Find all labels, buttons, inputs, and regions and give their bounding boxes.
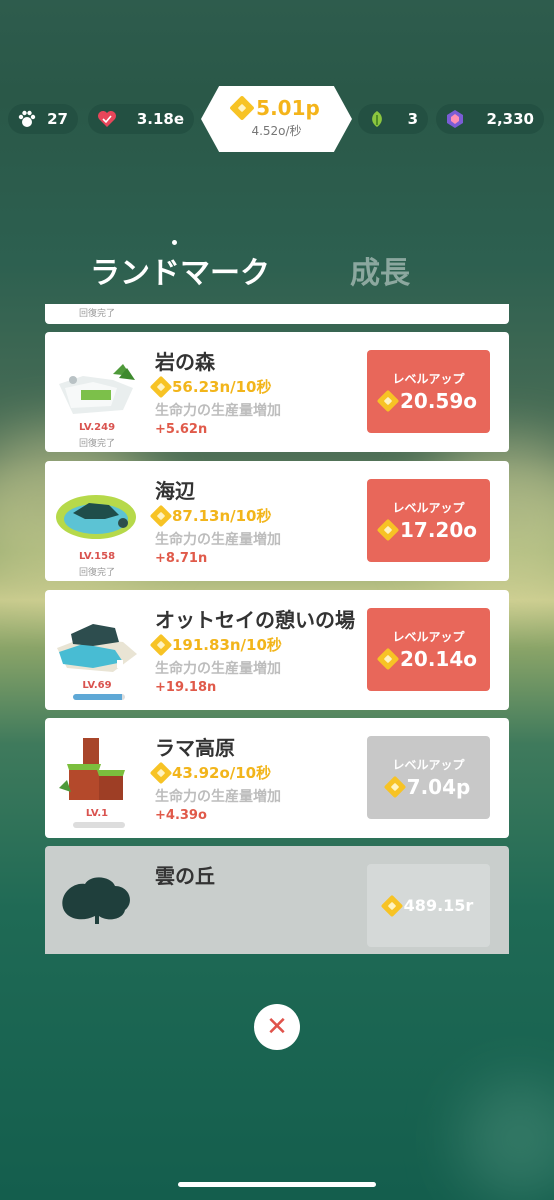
close-button[interactable]: ✕ bbox=[254, 1004, 300, 1050]
landmark-name: 岩の森 bbox=[155, 350, 215, 374]
level-label: LV.69 bbox=[82, 680, 112, 691]
tab-indicator-dot bbox=[172, 240, 177, 245]
levelup-label: レベルアップ bbox=[392, 758, 465, 772]
landmark-card-locked: 雲の丘 489.15r bbox=[45, 846, 509, 954]
increase-value: +8.71n bbox=[155, 551, 208, 566]
increase-value: +19.18n bbox=[155, 680, 217, 695]
seaside-image bbox=[53, 473, 139, 553]
landmark-name: 雲の丘 bbox=[155, 864, 215, 888]
tab-landmark[interactable]: ランドマーク bbox=[90, 248, 270, 292]
coin-icon bbox=[149, 504, 173, 527]
paw-icon bbox=[14, 106, 40, 132]
effect-label: 生命力の生産量増加 bbox=[155, 789, 281, 805]
coin-icon bbox=[376, 389, 400, 413]
landmark-name: 海辺 bbox=[155, 479, 195, 503]
level-progress-bar bbox=[73, 822, 125, 828]
llama-plateau-image bbox=[53, 730, 139, 810]
landmark-list[interactable]: 回復完了 LV.249 回復完了 岩の森 56.23n/10秒 生命力の生産量増… bbox=[45, 304, 509, 954]
levelup-button[interactable]: レベルアップ 20.59o bbox=[367, 350, 490, 433]
rate-value: 87.13n/10秒 bbox=[172, 507, 272, 525]
effect-label: 生命力の生産量増加 bbox=[155, 661, 281, 677]
effect-label: 生命力の生産量増加 bbox=[155, 403, 281, 419]
coin-icon bbox=[380, 894, 403, 917]
effect-label: 生命力の生産量増加 bbox=[155, 532, 281, 548]
levelup-button[interactable]: レベルアップ 17.20o bbox=[367, 479, 490, 562]
levelup-label: レベルアップ bbox=[392, 630, 465, 644]
level-progress-bar bbox=[73, 694, 125, 700]
increase-value: +4.39o bbox=[155, 808, 207, 823]
coin-icon bbox=[376, 647, 400, 671]
main-currency-panel: 5.01p 4.52o/秒 bbox=[201, 86, 352, 152]
recovery-status: 回復完了 bbox=[78, 439, 115, 449]
level-label: LV.1 bbox=[85, 808, 109, 819]
heart-counter: 3.18e bbox=[88, 104, 194, 134]
paw-counter: 27 bbox=[8, 104, 78, 134]
coin-icon bbox=[149, 633, 173, 656]
cloud-hill-silhouette bbox=[53, 858, 139, 938]
landmark-card: LV.158 回復完了 海辺 87.13n/10秒 生命力の生産量増加 +8.7… bbox=[45, 461, 509, 581]
recovery-status: 回復完了 bbox=[78, 309, 115, 319]
landmark-name: ラマ高原 bbox=[155, 736, 235, 760]
landmark-name: オットセイの憩いの場 bbox=[155, 608, 355, 632]
heart-count: 3.18e bbox=[136, 110, 184, 128]
gem-icon bbox=[442, 106, 468, 132]
landmark-card: LV.249 回復完了 岩の森 56.23n/10秒 生命力の生産量増加 +5.… bbox=[45, 332, 509, 452]
leaf-counter: 3 bbox=[358, 104, 428, 134]
gem-count: 2,330 bbox=[486, 110, 534, 128]
landmark-card: LV.69 オットセイの憩いの場 191.83n/10秒 生命力の生産量増加 +… bbox=[45, 590, 509, 710]
currency-rate: 4.52o/秒 bbox=[251, 124, 302, 138]
increase-value: +5.62n bbox=[155, 422, 208, 437]
production-rate: 56.23n/10秒 bbox=[149, 375, 272, 398]
levelup-button-disabled[interactable]: レベルアップ 7.04p bbox=[367, 736, 490, 819]
landmark-card: LV.1 ラマ高原 43.92o/10秒 生命力の生産量増加 +4.39o レベ… bbox=[45, 718, 509, 838]
main-currency-value: 5.01p bbox=[256, 96, 320, 120]
recovery-status: 回復完了 bbox=[78, 568, 115, 578]
rate-value: 43.92o/10秒 bbox=[172, 764, 272, 782]
production-rate: 191.83n/10秒 bbox=[149, 633, 282, 656]
levelup-cost: 17.20o bbox=[399, 518, 477, 542]
rate-value: 191.83n/10秒 bbox=[172, 636, 282, 654]
leaf-count: 3 bbox=[407, 110, 418, 128]
levelup-cost: 20.14o bbox=[399, 647, 477, 671]
heart-icon bbox=[94, 106, 120, 132]
levelup-label: レベルアップ bbox=[392, 372, 465, 386]
close-icon: ✕ bbox=[266, 1012, 288, 1042]
coin-icon bbox=[229, 95, 255, 121]
home-indicator[interactable] bbox=[178, 1182, 376, 1187]
production-rate: 43.92o/10秒 bbox=[149, 761, 272, 784]
levelup-cost: 20.59o bbox=[399, 389, 477, 413]
level-label: LV.158 bbox=[78, 551, 116, 562]
paw-count: 27 bbox=[47, 110, 68, 128]
coin-icon bbox=[149, 761, 173, 784]
levelup-cost: 7.04p bbox=[406, 775, 471, 799]
tab-growth[interactable]: 成長 bbox=[350, 248, 410, 292]
levelup-button[interactable]: レベルアップ 20.14o bbox=[367, 608, 490, 691]
rate-value: 56.23n/10秒 bbox=[172, 378, 272, 396]
coin-icon bbox=[376, 518, 400, 542]
leaf-icon bbox=[364, 106, 390, 132]
unlock-cost: 489.15r bbox=[403, 896, 474, 915]
levelup-label: レベルアップ bbox=[392, 501, 465, 515]
seal-rest-area-image bbox=[53, 602, 139, 682]
rock-forest-image bbox=[53, 344, 139, 424]
unlock-button[interactable]: 489.15r bbox=[367, 864, 490, 947]
landmark-card-partial: 回復完了 bbox=[45, 304, 509, 324]
coin-icon bbox=[383, 775, 406, 799]
production-rate: 87.13n/10秒 bbox=[149, 504, 272, 527]
gem-counter: 2,330 bbox=[436, 104, 544, 134]
level-label: LV.249 bbox=[78, 422, 116, 433]
coin-icon bbox=[149, 375, 173, 398]
